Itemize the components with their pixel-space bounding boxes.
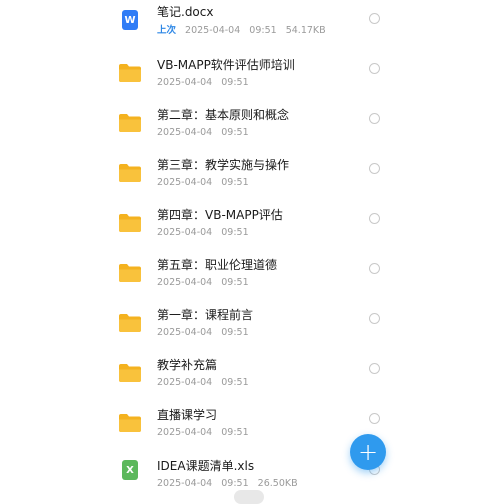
folder-name: 第二章：基本原则和概念 <box>157 108 290 122</box>
folder-name: 直播课学习 <box>157 408 218 422</box>
plus-icon: + <box>357 438 379 466</box>
folder-name: 教学补充篇 <box>157 358 218 372</box>
folder-icon <box>118 161 142 185</box>
file-name: 笔记.docx <box>157 5 214 19</box>
folder-row[interactable]: 第五章：职业伦理道德 2025-04-04 09:51 <box>0 249 500 299</box>
folder-name: 第四章：VB-MAPP评估 <box>157 208 283 222</box>
file-size: 26.50KB <box>257 478 298 489</box>
file-size: 54.17KB <box>285 25 326 36</box>
select-radio[interactable] <box>369 413 380 424</box>
folder-meta: 2025-04-04 09:51 <box>157 277 255 288</box>
folder-meta: 2025-04-04 09:51 <box>157 427 255 438</box>
excel-icon: X <box>118 458 142 482</box>
file-meta: 2025-04-04 09:51 26.50KB <box>157 478 304 489</box>
folder-date: 2025-04-04 <box>157 277 213 288</box>
select-radio[interactable] <box>369 63 380 74</box>
folder-time: 09:51 <box>221 427 249 438</box>
folder-icon <box>118 111 142 135</box>
file-name: IDEA课题清单.xls <box>157 459 255 473</box>
folder-icon <box>118 61 142 85</box>
folder-meta: 2025-04-04 09:51 <box>157 77 255 88</box>
folder-row[interactable]: 第一章：课程前言 2025-04-04 09:51 <box>0 299 500 349</box>
folder-icon <box>118 211 142 235</box>
folder-meta: 2025-04-04 09:51 <box>157 177 255 188</box>
select-radio[interactable] <box>369 113 380 124</box>
folder-time: 09:51 <box>221 77 249 88</box>
folder-time: 09:51 <box>221 127 249 138</box>
folder-row[interactable]: 第二章：基本原则和概念 2025-04-04 09:51 <box>0 99 500 149</box>
folder-date: 2025-04-04 <box>157 77 213 88</box>
folder-icon <box>118 261 142 285</box>
folder-time: 09:51 <box>221 227 249 238</box>
folder-time: 09:51 <box>221 377 249 388</box>
select-radio[interactable] <box>369 263 380 274</box>
folder-row[interactable]: 第三章：教学实施与操作 2025-04-04 09:51 <box>0 149 500 199</box>
file-time: 09:51 <box>221 478 249 489</box>
folder-name: VB-MAPP软件评估师培训 <box>157 58 295 72</box>
folder-row[interactable]: 第四章：VB-MAPP评估 2025-04-04 09:51 <box>0 199 500 249</box>
folder-date: 2025-04-04 <box>157 377 213 388</box>
select-radio[interactable] <box>369 363 380 374</box>
file-row[interactable]: W 笔记.docx 上次 2025-04-04 09:51 54.17KB <box>0 0 500 50</box>
folder-meta: 2025-04-04 09:51 <box>157 377 255 388</box>
select-radio[interactable] <box>369 163 380 174</box>
folder-meta: 2025-04-04 09:51 <box>157 227 255 238</box>
last-opened-badge: 上次 <box>157 25 177 36</box>
file-date: 2025-04-04 <box>185 25 241 36</box>
folder-date: 2025-04-04 <box>157 427 213 438</box>
folder-icon <box>118 361 142 385</box>
word-doc-icon: W <box>118 8 142 32</box>
folder-date: 2025-04-04 <box>157 227 213 238</box>
folder-meta: 2025-04-04 09:51 <box>157 327 255 338</box>
folder-date: 2025-04-04 <box>157 177 213 188</box>
file-time: 09:51 <box>249 25 277 36</box>
folder-time: 09:51 <box>221 277 249 288</box>
select-radio[interactable] <box>369 13 380 24</box>
file-date: 2025-04-04 <box>157 478 213 489</box>
folder-meta: 2025-04-04 09:51 <box>157 127 255 138</box>
folder-date: 2025-04-04 <box>157 127 213 138</box>
folder-icon <box>118 311 142 335</box>
folder-name: 第三章：教学实施与操作 <box>157 158 290 172</box>
folder-time: 09:51 <box>221 177 249 188</box>
folder-time: 09:51 <box>221 327 249 338</box>
select-radio[interactable] <box>369 313 380 324</box>
folder-icon <box>118 411 142 435</box>
folder-row[interactable]: 直播课学习 2025-04-04 09:51 <box>0 399 500 449</box>
add-button[interactable]: + <box>350 434 386 470</box>
folder-name: 第一章：课程前言 <box>157 308 254 322</box>
scroll-handle[interactable] <box>234 490 264 504</box>
folder-row[interactable]: 教学补充篇 2025-04-04 09:51 <box>0 349 500 399</box>
folder-name: 第五章：职业伦理道德 <box>157 258 278 272</box>
file-meta: 上次 2025-04-04 09:51 54.17KB <box>157 22 332 36</box>
folder-row[interactable]: VB-MAPP软件评估师培训 2025-04-04 09:51 <box>0 49 500 99</box>
select-radio[interactable] <box>369 213 380 224</box>
folder-date: 2025-04-04 <box>157 327 213 338</box>
